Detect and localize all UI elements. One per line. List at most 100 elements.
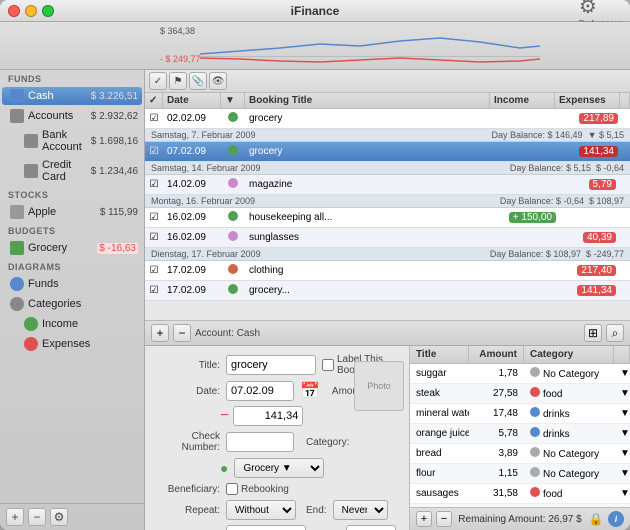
split-arrow-5[interactable]: ▼ — [614, 446, 630, 461]
tx-check-6[interactable]: ☑ — [145, 264, 163, 277]
sidebar-item-credit[interactable]: Credit Card $ 1.234,46 — [16, 157, 142, 185]
split-arrow-7[interactable]: ▼ — [614, 486, 630, 501]
expenses-diag-icon — [24, 337, 38, 351]
split-amount-4: 5,78 — [469, 426, 524, 441]
list-item[interactable]: steak 27,58 food ▼ — [410, 384, 630, 404]
split-cat-4: drinks — [524, 425, 614, 442]
split-title-6: flour — [410, 466, 469, 481]
form-checknum-row: Check Number: Category: — [155, 431, 399, 453]
form-amount-input[interactable] — [233, 406, 303, 426]
tx-day-header-4: Dienstag, 17. Februar 2009 Day Balance: … — [145, 248, 630, 261]
split-arrow-2[interactable]: ▼ — [614, 386, 630, 401]
list-item[interactable]: orange juice 5,78 drinks ▼ — [410, 424, 630, 444]
minimize-button[interactable] — [25, 5, 37, 17]
split-table-body: suggar 1,78 No Category ▼ steak 27,58 fo… — [410, 364, 630, 507]
table-row[interactable]: ☑ 14.02.09 magazine 5,79 — [145, 175, 630, 195]
sidebar-item-categories-diag[interactable]: Categories — [2, 295, 142, 313]
split-cat-1: No Category — [524, 365, 614, 382]
sidebar-item-bank[interactable]: Bank Account $ 1.698,16 — [16, 127, 142, 155]
col-date[interactable]: Date — [163, 93, 221, 108]
tx-check-5[interactable]: ☑ — [145, 231, 163, 244]
tx-expense-7: 141,34 — [560, 284, 620, 297]
list-item[interactable]: mineral water 17,48 drinks ▼ — [410, 404, 630, 424]
form-end-select[interactable]: Never — [333, 500, 388, 520]
close-button[interactable] — [8, 5, 20, 17]
sidebar-add-button[interactable]: + — [6, 508, 24, 526]
chart-amount-bottom: - $ 249,77 — [160, 54, 201, 64]
form-date-input[interactable] — [226, 381, 294, 401]
col-booking: Booking Title — [245, 93, 490, 108]
table-row[interactable]: ☑ 17.02.09 grocery... 141,34 — [145, 281, 630, 301]
sidebar-item-expenses-diag[interactable]: Expenses — [16, 335, 142, 353]
table-row[interactable]: ☑ 17.02.09 clothing 217,40 — [145, 261, 630, 281]
tx-income-7 — [500, 290, 560, 292]
tx-check-3[interactable]: ☑ — [145, 178, 163, 191]
tx-date-2: 07.02.09 — [163, 145, 221, 158]
tx-check-2[interactable]: ☑ — [145, 145, 163, 158]
split-cat-2: food — [524, 385, 614, 402]
day-label-1: Samstag, 7. Februar 2009 — [151, 130, 256, 140]
form-title-input[interactable] — [226, 355, 316, 375]
traffic-lights — [8, 5, 54, 17]
sidebar-value-grocery-budget: $ -16,63 — [97, 243, 138, 254]
calendar-icon[interactable]: 📅 — [300, 381, 320, 401]
sidebar-item-funds-diag[interactable]: Funds — [2, 275, 142, 293]
form-category-select[interactable]: Grocery ▼ — [234, 458, 324, 478]
tx-check-btn[interactable]: ✓ — [149, 72, 167, 90]
tx-add-button[interactable]: + — [151, 324, 169, 342]
rebooking-checkbox[interactable] — [226, 483, 238, 495]
list-item[interactable]: suggar 1,78 No Category ▼ — [410, 364, 630, 384]
split-add-button[interactable]: + — [416, 511, 432, 527]
label-booking-checkbox[interactable] — [322, 359, 334, 371]
window-title: iFinance — [291, 4, 340, 18]
sidebar-item-cash[interactable]: Cash $ 3.226,51 — [2, 87, 142, 105]
tx-flag-btn[interactable]: ⚑ — [169, 72, 187, 90]
maximize-button[interactable] — [42, 5, 54, 17]
sidebar-value-bank: $ 1.698,16 — [91, 136, 138, 147]
tx-eye-btn[interactable]: 👁 — [209, 72, 227, 90]
sidebar-item-grocery[interactable]: Grocery $ -16,63 — [2, 239, 142, 257]
table-row[interactable]: ☑ 02.02.09 grocery 217,89 — [145, 109, 630, 129]
split-col-title-header: Title — [410, 346, 469, 363]
sidebar-remove-button[interactable]: − — [28, 508, 46, 526]
table-row[interactable]: ☑ 16.02.09 sunglasses 40,39 — [145, 228, 630, 248]
form-repeat-select[interactable]: Without — [226, 500, 296, 520]
amount-minus-icon: − — [220, 407, 229, 425]
tx-remove-button[interactable]: − — [173, 324, 191, 342]
split-amount-1: 1,78 — [469, 366, 524, 381]
sidebar-item-income-diag[interactable]: Income — [16, 315, 142, 333]
tx-cat-5 — [221, 230, 245, 245]
tx-attach-btn[interactable]: 📎 — [189, 72, 207, 90]
split-arrow-6[interactable]: ▼ — [614, 466, 630, 481]
split-col-amount-header: Amount — [469, 346, 524, 363]
table-row[interactable]: ☑ 16.02.09 housekeeping all... + 150,00 — [145, 208, 630, 228]
tx-check-1[interactable]: ☑ — [145, 112, 163, 125]
tx-col-headers: ✓ Date ▼ Booking Title Income Expenses — [145, 93, 630, 109]
tx-grid-button[interactable]: ⊞ — [584, 324, 602, 342]
table-row[interactable]: ☑ 07.02.09 grocery 141,34 — [145, 142, 630, 162]
sidebar-label-funds-diag: Funds — [28, 278, 138, 290]
list-item[interactable]: flour 1,15 No Category ▼ — [410, 464, 630, 484]
split-arrow-3[interactable]: ▼ — [614, 406, 630, 421]
tx-search-button[interactable]: ⌕ — [606, 324, 624, 342]
tx-title-6: clothing — [245, 264, 500, 277]
sidebar-settings-button[interactable]: ⚙ — [50, 508, 68, 526]
info-icon[interactable]: i — [608, 511, 624, 527]
form-checknum-input[interactable] — [226, 432, 294, 452]
form-tags-input[interactable] — [346, 525, 396, 530]
list-item[interactable]: sausages 31,58 food ▼ — [410, 484, 630, 504]
split-arrow-1[interactable]: ▼ — [614, 366, 630, 381]
form-comment-input[interactable] — [226, 525, 306, 530]
tx-check-4[interactable]: ☑ — [145, 211, 163, 224]
split-amount-2: 27,58 — [469, 386, 524, 401]
tx-check-7[interactable]: ☑ — [145, 284, 163, 297]
sidebar-item-accounts[interactable]: Accounts $ 2.932,62 — [2, 107, 142, 125]
sidebar-label-apple: Apple — [28, 206, 100, 218]
sidebar-item-apple[interactable]: Apple $ 115,99 — [2, 203, 142, 221]
split-remove-button[interactable]: − — [436, 511, 452, 527]
split-arrow-4[interactable]: ▼ — [614, 426, 630, 441]
tx-date-5: 16.02.09 — [163, 231, 221, 244]
split-cat-7: food — [524, 485, 614, 502]
sidebar-label-credit: Credit Card — [42, 159, 91, 183]
list-item[interactable]: bread 3,89 No Category ▼ — [410, 444, 630, 464]
